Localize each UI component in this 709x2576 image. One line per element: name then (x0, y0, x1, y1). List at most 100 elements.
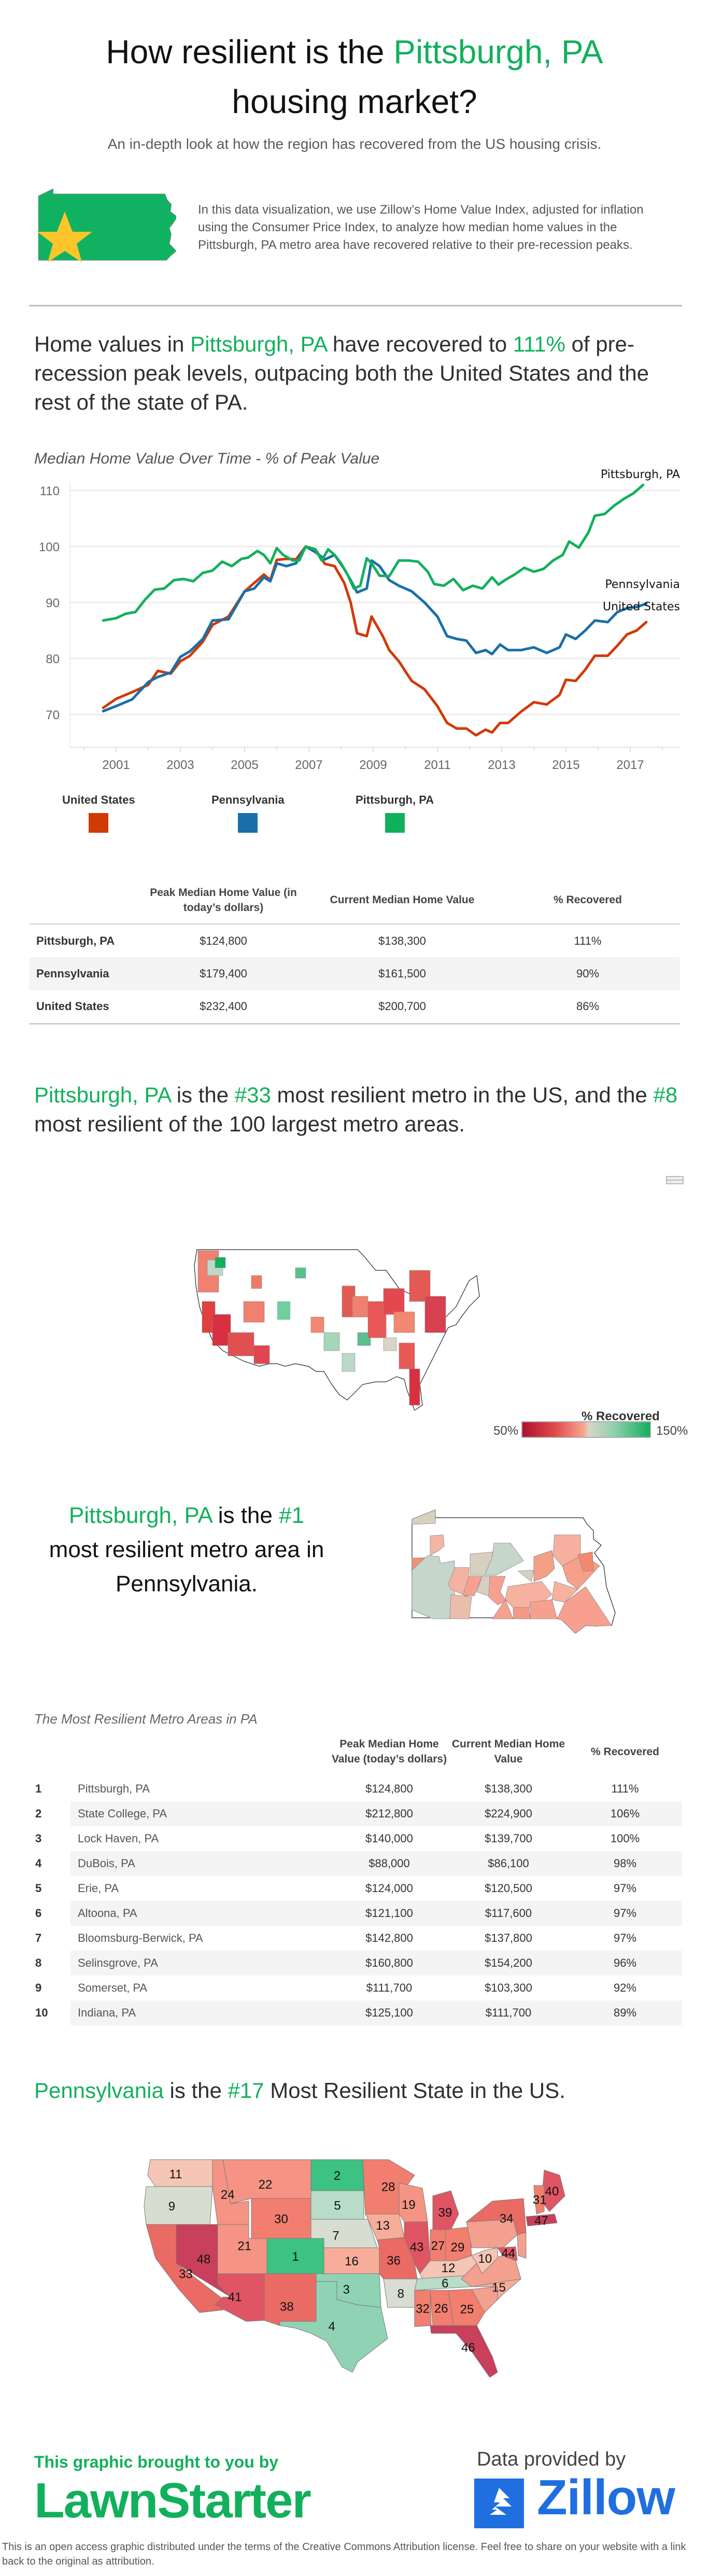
metro-rank-headline: Pittsburgh, PA is the #33 most resilient… (34, 1081, 682, 1139)
y-tick-label: 70 (46, 708, 60, 722)
map-legend-max: 150% (656, 1424, 688, 1438)
us-metro-map (194, 1249, 480, 1410)
state-rank-label: 8 (398, 2287, 404, 2301)
recovery-headline: Home values in Pittsburgh, PA have recov… (34, 330, 682, 417)
pa-metro-table: Peak Median Home Value (today’s dollars)… (29, 1727, 682, 2025)
legend-label: United States (62, 793, 135, 806)
state-rank-label: 10 (478, 2252, 492, 2266)
table-row: 5 Erie, PA $124,000 $120,500 97% (29, 1876, 682, 1901)
cell-current: $138,300 (378, 934, 426, 947)
x-tick-label: 2009 (359, 758, 387, 772)
legend-label: Pennsylvania (211, 793, 285, 806)
headline-text: have recovered to (327, 332, 513, 356)
pa-table-title: The Most Resilient Metro Areas in PA (34, 1711, 258, 1727)
end-label-united-states: United States (603, 600, 680, 613)
column-header-recovered: % Recovered (591, 1745, 659, 1758)
state-rank-label: 34 (500, 2212, 514, 2226)
state-rank-label: 33 (179, 2267, 193, 2281)
us-state-rank-map: 1193348242230214113825716342813368194339… (144, 2159, 565, 2378)
cell-metro: Indiana, PA (70, 2000, 330, 2025)
state-rank-label: 29 (451, 2241, 465, 2255)
zillow-logo[interactable]: Zillow (537, 2469, 675, 2526)
cell-rank: 5 (29, 1876, 70, 1901)
cell-metro: Pittsburgh, PA (78, 1782, 150, 1795)
state-rank-label: 13 (376, 2219, 390, 2233)
legend-item-pennsylvania[interactable]: Pennsylvania (211, 793, 285, 833)
cell-current: $154,200 (449, 1951, 568, 1976)
row-label: United States (29, 990, 138, 1025)
cell-rank: 4 (29, 1851, 70, 1876)
state-nj[interactable] (517, 2232, 527, 2259)
y-tick-label: 90 (46, 596, 60, 610)
series-line-pennsylvania (102, 545, 648, 712)
cell-rank: 9 (29, 1976, 70, 2000)
cell-rank: 2 (29, 1801, 70, 1826)
intro-paragraph: In this data visualization, we use Zillo… (198, 203, 644, 252)
state-rank-label: 16 (345, 2255, 359, 2269)
cell-metro: Bloomsburg-Berwick, PA (78, 1931, 203, 1944)
state-rank-label: 5 (334, 2199, 341, 2213)
cell-rank: 3 (29, 1826, 70, 1851)
lawnstarter-logo[interactable]: LawnStarter (34, 2472, 311, 2529)
map-legend-color-scale (521, 1421, 651, 1438)
state-rank-label: 4 (329, 2319, 335, 2333)
table-row: 3 Lock Haven, PA $140,000 $139,700 100% (29, 1826, 682, 1851)
state-rank-label: 1 (292, 2250, 299, 2264)
row-label: Pittsburgh, PA (36, 934, 115, 947)
data-source-caption: Data provided by (477, 2448, 626, 2470)
cell-recovered: 97% (613, 1882, 637, 1895)
table-row: United States $232,400 $200,700 86% (29, 990, 680, 1025)
cell-peak: $124,800 (200, 934, 247, 947)
map-toggle-icon[interactable] (666, 1176, 684, 1184)
cell-recovered: 97% (613, 1931, 637, 1944)
state-rank-label: 19 (402, 2198, 416, 2212)
state-rank-label: 26 (434, 2302, 448, 2316)
headline-text: Most Resilient State in the US. (264, 2078, 565, 2103)
state-rank-label: 43 (410, 2241, 424, 2255)
x-tick-label: 2013 (488, 758, 515, 772)
zillow-logo-icon (474, 2479, 524, 2528)
cell-metro: Erie, PA (78, 1882, 119, 1895)
legend-item-united-states[interactable]: United States (62, 793, 135, 833)
legend-swatch (89, 813, 109, 833)
page-subtitle: An in-depth look at how the region has r… (107, 136, 602, 152)
state-rank-label: 9 (168, 2200, 175, 2214)
cell-peak: $232,400 (138, 990, 309, 1025)
state-rank-label: 48 (197, 2252, 211, 2266)
headline-text: is the (163, 2078, 228, 2103)
x-tick-label: 2003 (166, 758, 194, 772)
cell-metro: Lock Haven, PA (78, 1832, 159, 1845)
cell-metro: Somerset, PA (78, 1981, 148, 1994)
x-tick-label: 2015 (552, 758, 579, 772)
headline-state: Pennsylvania (34, 2078, 164, 2103)
column-header-recovered: % Recovered (495, 876, 680, 925)
section-divider (29, 305, 682, 306)
state-rank-label: 40 (545, 2185, 559, 2199)
headline-rank: #1 (279, 1503, 305, 1528)
legend-item-pittsburgh[interactable]: Pittsburgh, PA (356, 793, 434, 833)
state-or[interactable] (144, 2186, 213, 2225)
state-rank-label: 36 (387, 2254, 401, 2268)
state-rank-label: 44 (501, 2247, 515, 2261)
state-rank-label: 47 (534, 2214, 548, 2228)
headline-text: Home values in (34, 332, 191, 356)
cell-current: $224,900 (449, 1801, 568, 1826)
cell-current: $161,500 (309, 957, 495, 990)
cell-recovered: 100% (610, 1832, 640, 1845)
table-header-row: Peak Median Home Value (in today’s dolla… (29, 876, 680, 925)
y-tick-label: 100 (39, 540, 60, 554)
state-rank-label: 25 (460, 2302, 474, 2316)
state-rank-label: 38 (280, 2300, 294, 2314)
cell-current: $117,600 (449, 1901, 568, 1926)
state-rank-label: 31 (533, 2193, 547, 2207)
cell-rank: 8 (29, 1951, 70, 1976)
headline-text: most resilient of the 100 largest metro … (34, 1112, 465, 1136)
cell-current: $103,300 (485, 1981, 532, 1994)
x-tick-label: 2001 (102, 758, 130, 772)
headline-rank: #17 (228, 2078, 264, 2103)
title-metro-highlight: Pittsburgh, PA (393, 33, 603, 71)
legend-swatch (385, 813, 405, 833)
state-rank-label: 11 (169, 2167, 182, 2181)
cell-current: $200,700 (309, 990, 495, 1025)
cell-peak: $111,700 (366, 1981, 413, 1994)
